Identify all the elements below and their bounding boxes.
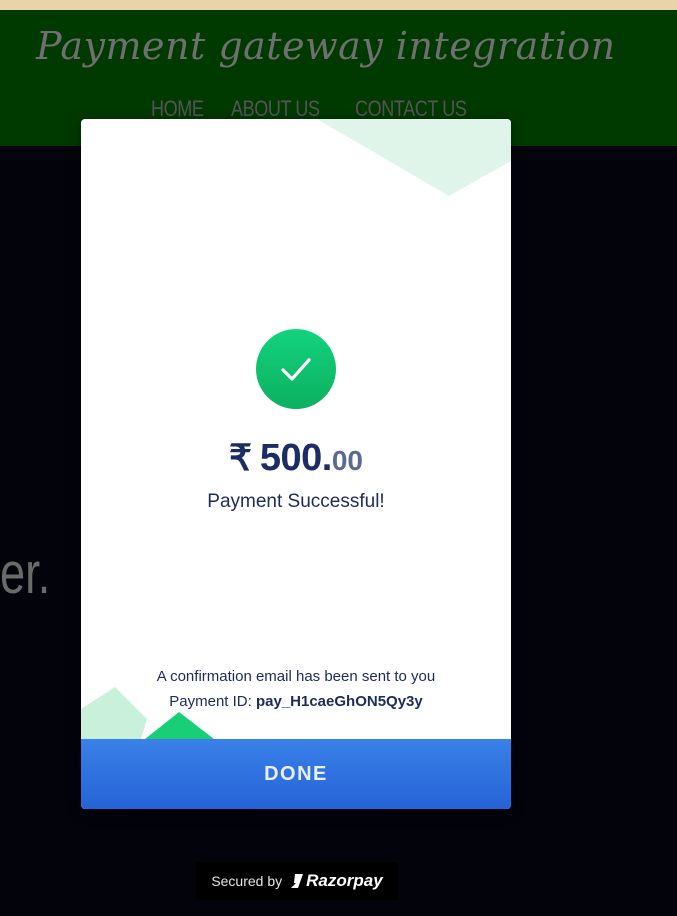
currency-symbol: ₹: [228, 437, 252, 478]
check-icon: [281, 358, 311, 381]
payment-amount: ₹500.00: [81, 437, 511, 480]
amount-whole: 500.: [259, 437, 332, 479]
razorpay-brand: Razorpay: [290, 871, 383, 891]
payment-id-value: pay_H1caeGhON5Qy3y: [255, 693, 423, 710]
decorative-top-shape: [317, 119, 511, 196]
site-title: Payment gateway integration: [36, 24, 616, 68]
razorpay-brand-name: Razorpay: [306, 871, 383, 890]
success-badge: [256, 329, 336, 409]
secured-by-text: Secured by: [211, 873, 283, 889]
background-text: er.: [0, 541, 51, 606]
amount-decimal: 00: [331, 445, 364, 476]
payment-id-label: Payment ID:: [169, 693, 252, 710]
payment-status-text: Payment Successful!: [207, 491, 385, 512]
payment-success-modal: ₹500.00 Payment Successful! A confirmati…: [81, 119, 511, 809]
secured-by-badge: Secured by Razorpay: [196, 862, 398, 900]
razorpay-logo-icon: [291, 874, 304, 888]
payment-id: Payment ID: pay_H1caeGhON5Qy3y: [81, 693, 511, 710]
confirmation-email-text: A confirmation email has been sent to yo…: [156, 668, 436, 685]
done-button[interactable]: DONE: [81, 739, 511, 809]
